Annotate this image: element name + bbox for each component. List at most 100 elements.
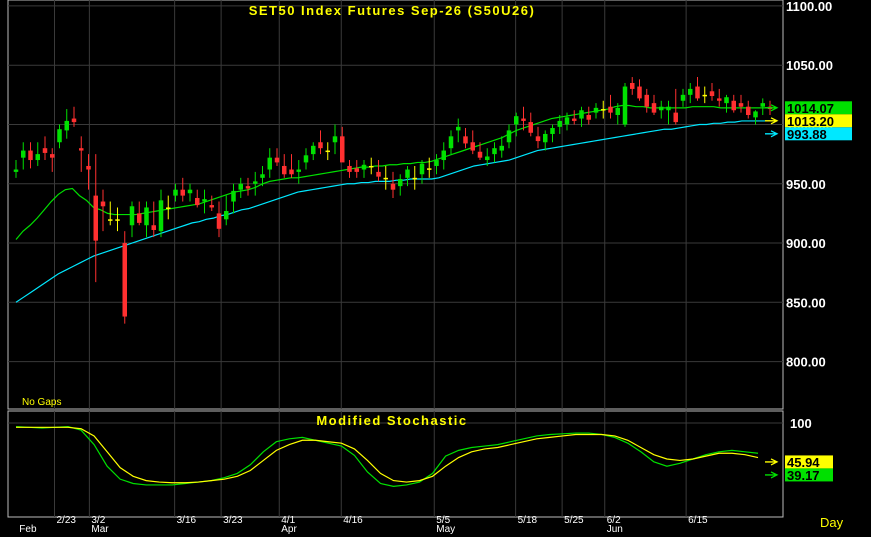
x-tick-label: 3/23	[223, 515, 243, 526]
candle-body	[470, 142, 475, 151]
x-tick-label: Mar	[91, 524, 109, 535]
candle-body	[93, 195, 98, 241]
main-chart-title: SET50 Index Futures Sep-26 (S50U26)	[249, 3, 536, 18]
candle-body	[644, 94, 649, 107]
candle-body	[680, 94, 686, 101]
candle-body	[158, 200, 164, 232]
x-tick-label: 5/18	[518, 515, 538, 526]
candle-body	[231, 190, 236, 202]
x-tick-label: 4/16	[343, 515, 363, 526]
candle-body	[289, 169, 294, 175]
candle-body	[586, 114, 591, 120]
candle-body	[543, 133, 548, 143]
candle-body	[296, 169, 301, 172]
y-tick-label: 100	[790, 416, 812, 431]
candle-body	[608, 106, 613, 113]
candle-body	[86, 165, 91, 170]
candle-body	[13, 169, 19, 172]
candle-body	[448, 136, 454, 149]
y-tick-label: 1100.00	[786, 0, 832, 14]
candle-body	[506, 130, 512, 143]
candle-body	[564, 117, 570, 125]
x-tick-label: Feb	[19, 524, 37, 535]
candle-body	[485, 156, 490, 161]
last-value-text: 39.17	[787, 468, 820, 483]
candle-body	[572, 118, 577, 121]
candle-body	[579, 110, 584, 119]
candle-body	[238, 183, 243, 190]
candle-body	[514, 116, 519, 125]
candle-body	[535, 136, 541, 142]
candle-body	[688, 88, 693, 95]
candle-body	[376, 171, 381, 177]
candle-body	[383, 177, 388, 180]
candle-body	[724, 97, 729, 104]
candle-body	[651, 103, 657, 113]
candle-body	[253, 181, 258, 184]
candle-body	[21, 150, 26, 158]
candle-body	[666, 106, 671, 111]
y-tick-label: 900.00	[786, 236, 826, 251]
x-tick-label: 2/23	[57, 515, 77, 526]
candle-body	[267, 157, 272, 170]
candle-body	[187, 189, 193, 194]
candle-body	[100, 201, 106, 207]
candle-body	[35, 154, 40, 161]
candle-body	[550, 128, 555, 134]
candle-body	[637, 86, 642, 99]
candle-body	[224, 211, 229, 220]
candle-body	[456, 126, 461, 131]
candle-body	[434, 160, 439, 166]
candle-body	[311, 145, 316, 155]
y-tick-label: 950.00	[786, 177, 826, 192]
candle-body	[659, 106, 664, 111]
no-gaps-note: No Gaps	[22, 397, 61, 408]
candle-body	[28, 150, 33, 161]
candle-body	[209, 205, 214, 208]
candle-body	[347, 165, 352, 172]
candle-body	[369, 165, 374, 168]
candle-body	[398, 179, 403, 187]
candle-body	[593, 107, 599, 113]
candle-body	[325, 150, 330, 153]
y-tick-label: 800.00	[786, 355, 826, 370]
candle-body	[499, 145, 504, 151]
candle-body	[332, 136, 338, 143]
candle-body	[557, 120, 562, 127]
candle-body	[57, 129, 62, 143]
candle-body	[441, 150, 446, 161]
candle-body	[615, 107, 620, 115]
candle-body	[738, 103, 744, 107]
candle-body	[731, 100, 736, 111]
candle-body	[151, 225, 156, 230]
timeframe-label[interactable]: Day	[820, 515, 844, 530]
y-tick-label: 850.00	[786, 295, 826, 310]
candle-body	[79, 148, 84, 151]
candle-body	[340, 136, 345, 163]
candle-body	[622, 86, 628, 125]
candle-body	[180, 189, 185, 196]
x-tick-label: May	[436, 524, 455, 535]
chart-canvas: 800.00850.00900.00950.001000.001050.0011…	[7, 0, 852, 535]
x-tick-label: Jun	[607, 524, 623, 535]
date-axis: 2/23 3/2 3/16 3/23 4/1 4/16 5/5 5/18 5/25 6/2 6/15…	[19, 515, 708, 535]
candle-body	[42, 148, 48, 153]
candle-body	[216, 213, 222, 229]
candle-body	[245, 186, 251, 189]
x-tick-label: 5/25	[564, 515, 584, 526]
candle-body	[129, 206, 135, 226]
candle-body	[673, 112, 678, 123]
candle-body	[412, 177, 417, 180]
candle-body	[64, 120, 69, 131]
candle-body	[115, 219, 120, 221]
candle-body	[463, 136, 468, 144]
price-axis: 800.00850.00900.00950.001000.001050.0011…	[786, 0, 833, 370]
candle-body	[71, 118, 77, 123]
candle-body	[318, 142, 323, 149]
candle-body	[419, 163, 425, 175]
candle-body	[717, 98, 722, 101]
candle-body	[477, 151, 483, 158]
candle-body	[753, 111, 758, 118]
candle-body	[166, 207, 171, 209]
candle-body	[260, 174, 265, 178]
